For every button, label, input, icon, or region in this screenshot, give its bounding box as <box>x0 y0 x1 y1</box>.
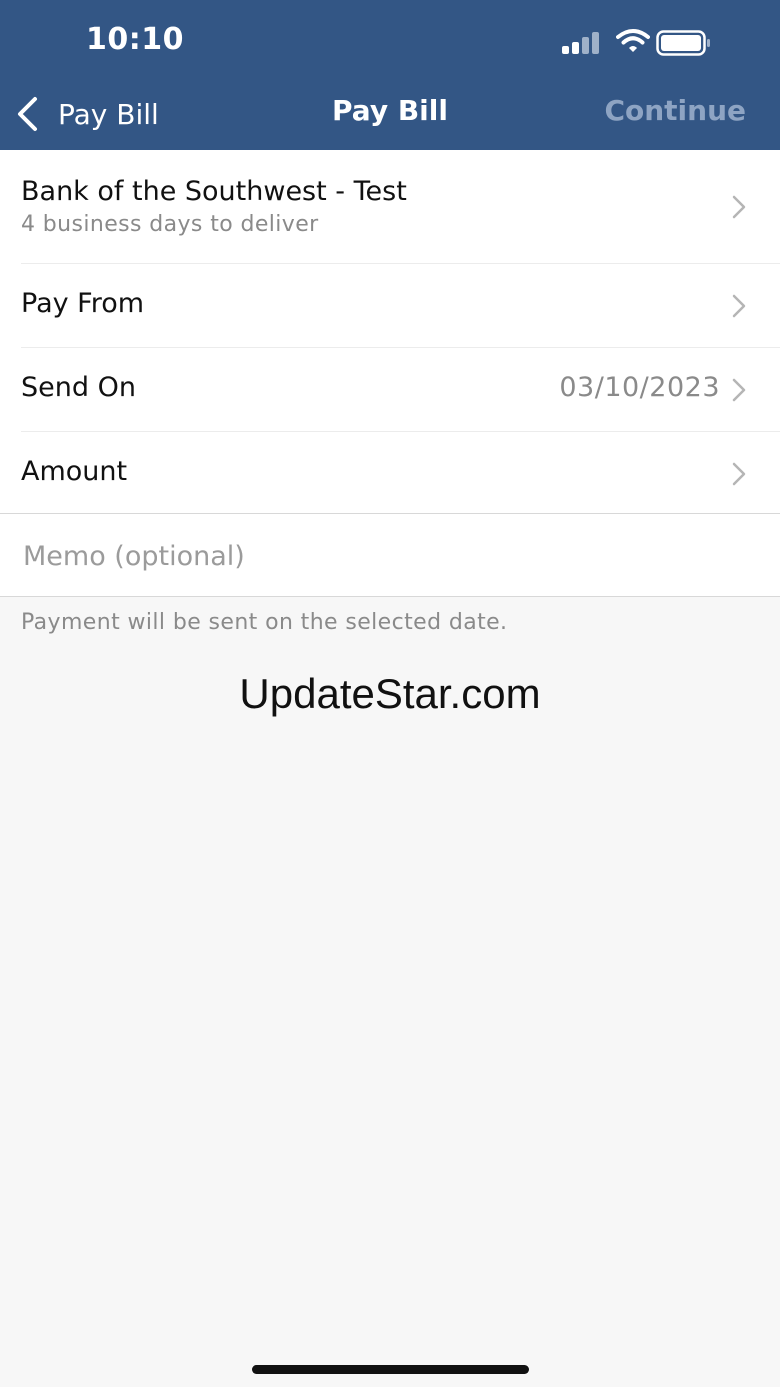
memo-input[interactable] <box>21 514 745 598</box>
send-on-row[interactable]: Send On 03/10/2023 <box>21 348 780 432</box>
home-indicator[interactable] <box>252 1365 529 1374</box>
status-time: 10:10 <box>86 22 184 57</box>
amount-row[interactable]: Amount <box>21 432 780 515</box>
navigation-bar: 10:10 Pay Bill Pay Bill Continue <box>0 0 780 150</box>
continue-button[interactable]: Continue <box>604 94 746 127</box>
watermark-text: UpdateStar.com <box>239 670 541 717</box>
wifi-icon <box>616 29 650 52</box>
chevron-right-icon <box>732 378 746 402</box>
send-on-date: 03/10/2023 <box>559 372 720 403</box>
payee-row[interactable]: Bank of the Southwest - Test 4 business … <box>21 150 780 264</box>
chevron-right-icon <box>732 462 746 486</box>
amount-label: Amount <box>21 456 128 487</box>
signal-icon <box>562 32 602 54</box>
battery-icon <box>656 30 710 56</box>
pay-from-row[interactable]: Pay From <box>21 264 780 348</box>
pay-from-label: Pay From <box>21 288 145 319</box>
payee-delivery-time: 4 business days to deliver <box>21 212 319 237</box>
chevron-right-icon <box>732 294 746 318</box>
memo-field-container <box>0 513 780 598</box>
payee-name: Bank of the Southwest - Test <box>21 176 407 207</box>
send-on-label: Send On <box>21 372 136 403</box>
payment-form: Bank of the Southwest - Test 4 business … <box>0 150 780 515</box>
payment-footnote: Payment will be sent on the selected dat… <box>21 610 508 635</box>
chevron-right-icon <box>732 195 746 219</box>
